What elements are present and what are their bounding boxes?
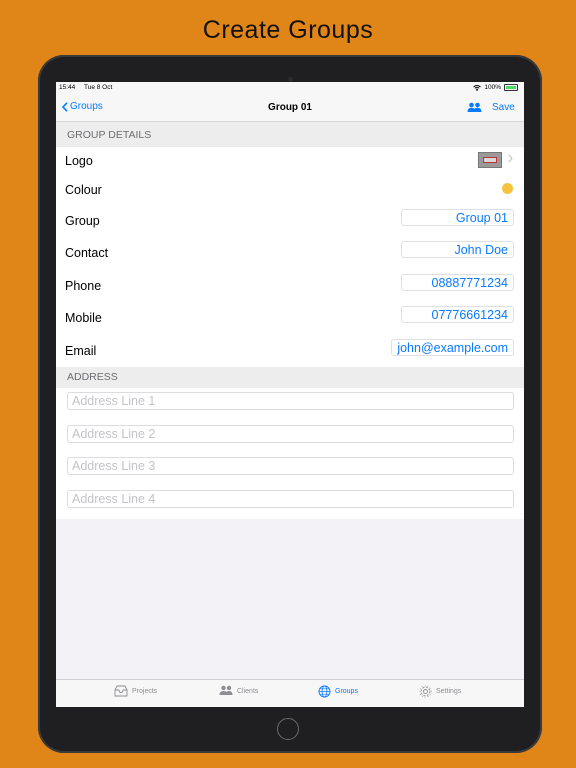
mobile-label: Mobile (65, 311, 102, 325)
save-button[interactable]: Save (492, 102, 515, 113)
tab-groups[interactable]: Groups (318, 685, 358, 698)
logo-thumbnail[interactable] (478, 152, 502, 168)
app-screen: 15:44 Tue 8 Oct 100% Groups Group 01 Sav… (56, 82, 524, 707)
address-line-1-field[interactable] (67, 392, 514, 410)
tab-label: Groups (335, 688, 358, 695)
status-right: 100% (473, 84, 518, 91)
status-bar: 15:44 Tue 8 Oct 100% (56, 82, 524, 94)
address-line-2-field[interactable] (67, 425, 514, 443)
tab-projects[interactable]: Projects (114, 685, 157, 697)
contact-label: Contact (65, 246, 109, 260)
home-button[interactable] (277, 718, 299, 740)
people-icon (219, 685, 233, 695)
tab-label: Clients (237, 687, 259, 695)
colour-row[interactable]: Colour (56, 175, 524, 207)
section-header-address: ADDRESS (56, 367, 524, 388)
group-label: Group (65, 214, 100, 228)
group-name-field[interactable] (401, 209, 514, 226)
email-field[interactable] (391, 339, 514, 356)
contact-field[interactable] (401, 241, 514, 258)
phone-row: Phone (56, 270, 524, 302)
ipad-frame: 15:44 Tue 8 Oct 100% Groups Group 01 Sav… (38, 55, 542, 753)
navigation-bar: Groups Group 01 Save (56, 94, 524, 122)
chevron-right-icon (508, 154, 513, 163)
email-row: Email (56, 335, 524, 367)
tab-label: Projects (132, 687, 158, 695)
colour-label: Colour (65, 183, 102, 197)
tab-settings[interactable]: Settings (419, 685, 461, 698)
wifi-icon (473, 84, 482, 91)
battery-percent: 100% (484, 84, 501, 91)
page-title: Group 01 (268, 102, 312, 113)
group-members-icon[interactable] (467, 101, 482, 119)
battery-icon (504, 84, 518, 91)
group-row: Group (56, 205, 524, 237)
group-details-form: Logo Colour Group Contact Phone M (56, 147, 524, 367)
section-header-label: GROUP DETAILS (67, 129, 152, 141)
phone-label: Phone (65, 279, 102, 293)
status-time: 15:44 (59, 84, 76, 91)
logo-label: Logo (65, 154, 93, 168)
tab-bar: Projects Clients Groups Settings (56, 679, 524, 707)
address-line-3-field[interactable] (67, 457, 514, 475)
mobile-field[interactable] (401, 306, 514, 323)
promo-headline: Create Groups (202, 16, 374, 44)
status-date: Tue 8 Oct (84, 84, 113, 91)
contact-row: Contact (56, 238, 524, 270)
globe-icon (318, 685, 331, 698)
tab-clients[interactable]: Clients (219, 685, 258, 697)
address-form (56, 388, 524, 519)
tray-icon (114, 685, 128, 697)
address-line-4-field[interactable] (67, 490, 514, 508)
email-label: Email (65, 344, 97, 358)
phone-field[interactable] (401, 274, 514, 291)
section-header-label: ADDRESS (67, 371, 118, 383)
section-header-group-details: GROUP DETAILS (56, 122, 524, 147)
mobile-row: Mobile (56, 303, 524, 335)
colour-swatch[interactable] (502, 183, 513, 194)
tab-label: Settings (436, 688, 462, 695)
gear-icon (419, 685, 432, 698)
